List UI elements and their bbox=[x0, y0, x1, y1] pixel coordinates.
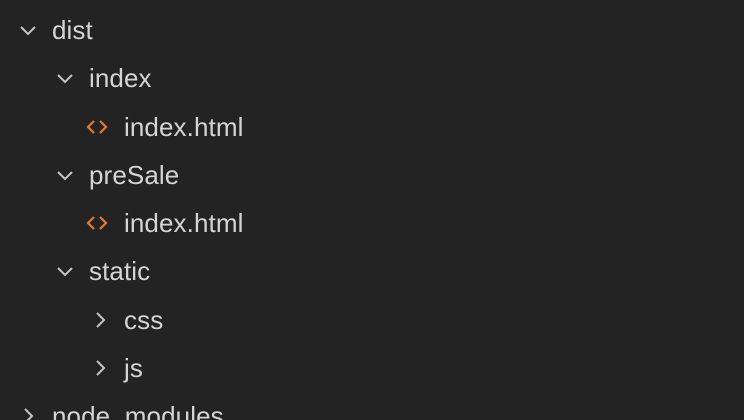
tree-item-static-folder[interactable]: static bbox=[0, 247, 744, 295]
tree-item-presale-folder[interactable]: preSale bbox=[0, 151, 744, 199]
tree-item-dist[interactable]: dist bbox=[0, 6, 744, 54]
chevron-down-icon bbox=[16, 18, 40, 42]
chevron-down-icon bbox=[53, 259, 77, 283]
tree-item-label: node_modules bbox=[52, 401, 224, 420]
tree-item-label: index.html bbox=[124, 208, 244, 238]
tree-item-css-folder[interactable]: css bbox=[0, 296, 744, 344]
tree-item-index-folder[interactable]: index bbox=[0, 54, 744, 102]
chevron-right-icon bbox=[16, 404, 40, 420]
tree-item-label: index bbox=[89, 63, 152, 93]
tree-item-label: dist bbox=[52, 15, 93, 45]
tree-item-label: static bbox=[89, 256, 151, 286]
tree-item-label: css bbox=[124, 305, 164, 335]
tree-item-label: preSale bbox=[89, 160, 180, 190]
tree-item-presale-index-html[interactable]: index.html bbox=[0, 199, 744, 247]
html-file-icon bbox=[85, 211, 109, 235]
chevron-down-icon bbox=[53, 163, 77, 187]
chevron-down-icon bbox=[53, 66, 77, 90]
file-explorer-tree: dist index index.html preSale index.html… bbox=[0, 0, 744, 420]
tree-item-node-modules-folder[interactable]: node_modules bbox=[0, 392, 744, 420]
tree-item-index-html[interactable]: index.html bbox=[0, 103, 744, 151]
chevron-right-icon bbox=[88, 308, 112, 332]
html-file-icon bbox=[85, 115, 109, 139]
tree-item-js-folder[interactable]: js bbox=[0, 344, 744, 392]
tree-item-label: js bbox=[124, 353, 143, 383]
chevron-right-icon bbox=[88, 356, 112, 380]
tree-item-label: index.html bbox=[124, 112, 244, 142]
